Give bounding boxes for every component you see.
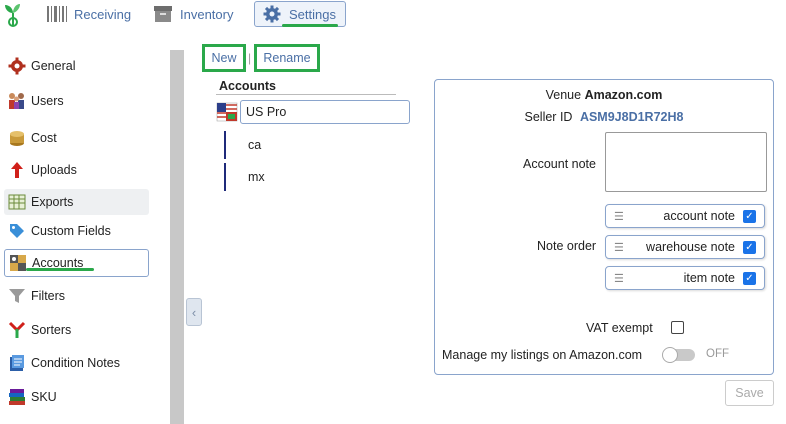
venue-value: Amazon.com [584,88,663,102]
drag-handle-icon[interactable]: ☰ [614,210,628,223]
sidebar-item-sorters[interactable]: Sorters [4,317,149,343]
sidebar-item-condition-notes[interactable]: Condition Notes [4,350,149,376]
sidebar-splitter[interactable] [170,50,184,424]
settings-highlight-underline [282,24,338,27]
note-order-item-warehouse-note[interactable]: ☰ warehouse note ✓ [605,235,765,259]
seller-id-row: Seller ID ASM9J8D1R72H8 [435,110,773,124]
toolbar-separator: | [248,51,252,65]
sidebar-item-label: Uploads [31,163,77,177]
account-item-mx[interactable]: mx [224,163,344,191]
upload-arrow-icon [7,160,27,180]
sidebar-item-label: Exports [31,195,74,209]
venue-row: Venue Amazon.com [435,88,773,102]
account-note-checkbox[interactable]: ✓ [743,209,756,223]
notepad-icon [7,353,27,373]
seller-id-label: Seller ID [524,110,573,124]
archive-box-icon [152,4,174,24]
sidebar-item-label: Filters [31,289,66,303]
toggle-knob [662,347,678,363]
nav-settings-label: Settings [289,6,336,22]
note-order-item-label: warehouse note [646,240,735,254]
spreadsheet-icon [7,192,27,212]
sidebar-item-custom-fields[interactable]: Custom Fields [4,218,149,244]
manage-listings-state: OFF [706,348,729,360]
sidebar-item-uploads[interactable]: Uploads [4,157,149,183]
sidebar-item-label: Cost [31,131,57,145]
account-note-textarea[interactable] [605,132,767,192]
sidebar-item-cost[interactable]: Cost [4,125,149,151]
accounts-highlight-underline [26,268,94,271]
us-flag-icon [216,101,238,123]
manage-listings-toggle[interactable] [662,347,695,363]
manage-listings-label: Manage my listings on Amazon.com [442,348,643,362]
accounts-icon [8,253,28,273]
barcode-icon [46,4,68,24]
sprout-logo-icon [2,1,24,27]
gear-icon [7,56,27,76]
sidebar-item-exports[interactable]: Exports [4,189,149,215]
coins-icon [7,128,27,148]
nav-inventory-label: Inventory [180,6,234,22]
sidebar-item-label: SKU [31,390,57,404]
tag-icon [7,221,27,241]
save-button[interactable]: Save [725,380,774,406]
sidebar-item-label: General [31,59,76,73]
account-detail-panel: Venue Amazon.com Seller ID ASM9J8D1R72H8… [434,79,774,375]
new-button[interactable]: New [202,44,246,72]
accounts-title: Accounts [219,79,276,93]
seller-id-value: ASM9J8D1R72H8 [579,110,684,124]
top-navigation: Receiving Inventory Settings [0,0,786,30]
sidebar-item-label: Custom Fields [31,224,111,238]
nav-receiving[interactable]: Receiving [46,1,131,27]
nav-inventory[interactable]: Inventory [152,1,233,27]
sidebar-item-filters[interactable]: Filters [4,283,149,309]
drag-handle-icon[interactable]: ☰ [614,272,628,285]
account-name: ca [248,138,262,152]
rename-button[interactable]: Rename [254,44,320,72]
sidebar-item-accounts[interactable]: Accounts [4,249,149,277]
account-item-ca[interactable]: ca [224,131,344,159]
sort-icon [7,320,27,340]
warehouse-note-checkbox[interactable]: ✓ [743,240,756,254]
drag-handle-icon[interactable]: ☰ [614,241,628,254]
collapse-chevron-left-icon[interactable]: ‹ [186,298,202,326]
vat-exempt-label: VAT exempt [586,321,653,335]
settings-sidebar: General Users Cost Uploads Exports Custo… [0,48,160,424]
accounts-divider [216,94,396,95]
account-note-label: Account note [523,157,596,171]
note-order-item-label: account note [663,209,735,223]
vat-exempt-checkbox[interactable] [671,321,684,334]
venue-label: Venue [545,88,582,102]
note-order-item-account-note[interactable]: ☰ account note ✓ [605,204,765,228]
item-note-checkbox[interactable]: ✓ [743,271,756,285]
account-item-us-pro[interactable]: US Pro [216,100,410,124]
nav-receiving-label: Receiving [74,6,132,22]
note-order-label: Note order [537,239,597,253]
sidebar-item-sku[interactable]: SKU [4,384,149,410]
account-name: US Pro [240,100,410,124]
sidebar-item-label: Sorters [31,323,72,337]
note-order-item-label: item note [683,271,735,285]
account-name: mx [248,170,265,184]
funnel-icon [7,286,27,306]
users-icon [7,91,27,111]
note-order-item-item-note[interactable]: ☰ item note ✓ [605,266,765,290]
sidebar-item-general[interactable]: General [4,53,149,79]
sidebar-item-label: Condition Notes [31,356,120,370]
sidebar-item-users[interactable]: Users [4,88,149,114]
books-icon [7,387,27,407]
sidebar-item-label: Users [31,94,64,108]
gear-icon [261,4,283,24]
